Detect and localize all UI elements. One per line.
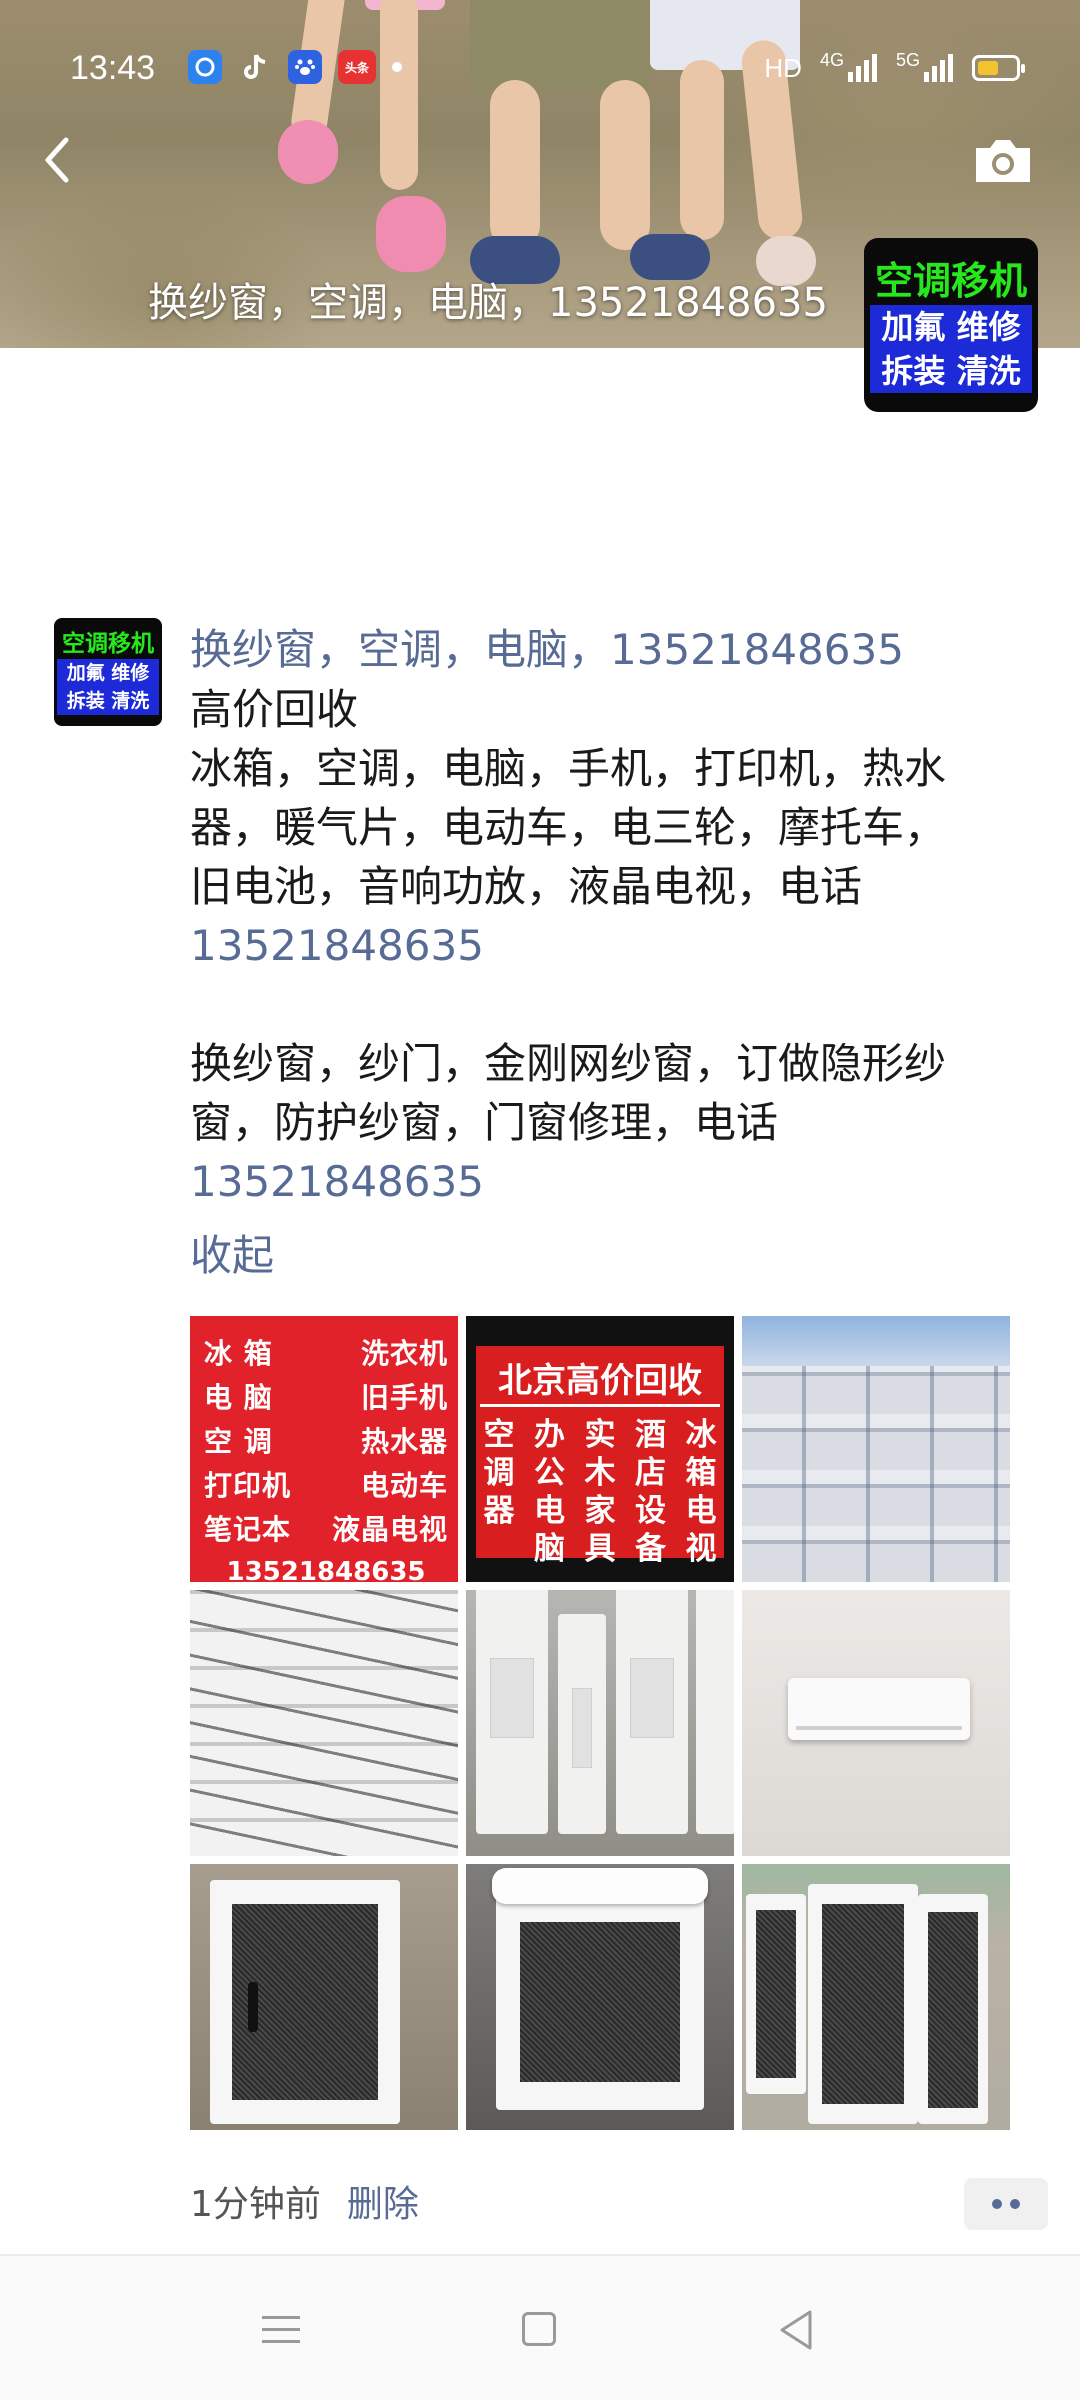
avatar-line-1: 空调移机	[874, 259, 1027, 303]
hd-indicator: HD	[764, 52, 802, 83]
more-notifications-dot	[392, 62, 402, 72]
cover-figure	[278, 120, 338, 184]
sign-headline: 北京高价回收	[480, 1358, 720, 1407]
post-time: 1分钟前	[190, 2184, 321, 2225]
camera-icon[interactable]	[972, 136, 1034, 184]
post-text-line: 器，暖气片，电动车，电三轮，摩托车，	[190, 803, 947, 852]
network-5g: 5G	[895, 49, 920, 70]
cover-figure	[376, 196, 446, 272]
post-author-name[interactable]: 换纱窗，空调，电脑，13521848635	[190, 620, 1040, 680]
toutiao-icon	[188, 50, 222, 84]
status-bar: 13:43 头条 HD 4G 5G	[0, 40, 1080, 96]
menu-icon[interactable]	[262, 2314, 300, 2346]
sign-column: 办公电脑	[534, 1417, 565, 1567]
post-text-line: 窗，防护纱窗，门窗修理，电话	[190, 1098, 779, 1147]
status-time: 13:43	[70, 49, 156, 87]
post-body: 高价回收 冰箱，空调，电脑，手机，打印机，热水 器，暖气片，电动车，电三轮，摩托…	[190, 680, 1040, 1211]
post-text-line: 高价回收	[190, 685, 359, 734]
photo-grid: 冰 箱洗衣机 电 脑旧手机 空 调热水器 打印机 电动车 笔记本 液晶电视 1352…	[190, 1316, 1010, 2130]
avatar-line-2: 加氟 维修	[57, 659, 159, 687]
avatar-line-1: 空调移机	[62, 631, 154, 657]
tiktok-icon	[238, 50, 272, 84]
cover-caption: 换纱窗，空调，电脑，13521848635	[148, 280, 828, 326]
more-dot-icon	[1010, 2199, 1020, 2209]
moment-post: 换纱窗，空调，电脑，13521848635 高价回收 冰箱，空调，电脑，手机，打…	[190, 620, 1040, 1211]
photo-recycling-sign[interactable]: 冰 箱洗衣机 电 脑旧手机 空 调热水器 打印机 电动车 笔记本 液晶电视 1352…	[190, 1316, 458, 1582]
status-right-icons: HD 4G 5G	[764, 40, 1025, 96]
signal-icon	[924, 54, 953, 82]
battery-icon	[972, 55, 1025, 81]
system-navigation-bar	[0, 2256, 1080, 2400]
photo-ac-units-stack[interactable]	[742, 1316, 1010, 1582]
avatar-line-3: 拆装 清洗	[57, 687, 159, 715]
sign-row: 空 调热水器	[204, 1425, 448, 1458]
network-4g: 4G	[819, 49, 844, 70]
signal-icon	[847, 54, 877, 82]
photo-beijing-sign[interactable]: 北京高价回收 空调器 办公电脑 实木家具 酒店设备 冰箱电视	[466, 1316, 734, 1582]
sign-row: 打印机 电动车	[204, 1469, 448, 1502]
baidu-icon	[288, 50, 322, 84]
post-avatar[interactable]: 空调移机 加氟 维修 拆装 清洗	[54, 618, 162, 726]
avatar-line-2: 加氟 维修	[870, 305, 1032, 349]
more-dot-icon	[992, 2199, 1002, 2209]
post-text-line	[190, 975, 1040, 1034]
photo-roller-screen[interactable]	[466, 1864, 734, 2130]
cover-figure	[490, 80, 540, 250]
post-text-line: 旧电池，音响功放，液晶电视，电话	[190, 862, 863, 911]
home-icon[interactable]	[522, 2312, 556, 2346]
back-arrow-icon[interactable]	[36, 130, 80, 190]
photo-window-frames[interactable]	[742, 1864, 1010, 2130]
phone-link[interactable]: 13521848635	[190, 1152, 1040, 1211]
delete-button[interactable]: 删除	[347, 2180, 419, 2230]
sign-column: 实木家具	[584, 1417, 616, 1567]
photo-tower-ac[interactable]	[466, 1590, 734, 1856]
post-text-line: 换纱窗，纱门，金刚网纱窗，订做隐形纱	[190, 1039, 947, 1088]
photo-ac-indoor-pile[interactable]	[190, 1590, 458, 1856]
nav-back-icon[interactable]	[776, 2308, 816, 2352]
sign-row: 电 脑旧手机	[204, 1381, 448, 1414]
sign-row: 冰 箱洗衣机	[204, 1337, 448, 1370]
photo-wall-ac[interactable]	[742, 1590, 1010, 1856]
cover-figure	[600, 80, 650, 250]
sign-column: 空调器	[483, 1417, 515, 1529]
profile-avatar[interactable]: 空调移机 加氟 维修 拆装 清洗	[864, 238, 1038, 412]
sign-row: 笔记本 液晶电视	[204, 1513, 448, 1546]
sign-column: 酒店设备	[635, 1417, 666, 1567]
post-meta: 1分钟前 删除	[190, 2180, 419, 2230]
sign-phone: 13521848635	[226, 1557, 426, 1582]
phone-link[interactable]: 13521848635	[190, 916, 1040, 975]
sign-column: 冰箱电视	[685, 1417, 717, 1567]
photo-window-screen[interactable]	[190, 1864, 458, 2130]
news-icon: 头条	[338, 50, 376, 84]
post-text-line: 冰箱，空调，电脑，手机，打印机，热水	[190, 744, 947, 793]
avatar-line-3: 拆装 清洗	[870, 349, 1032, 393]
notification-icons: 头条	[188, 50, 402, 84]
collapse-link[interactable]: 收起	[190, 1226, 274, 1286]
more-options-button[interactable]	[964, 2178, 1048, 2230]
